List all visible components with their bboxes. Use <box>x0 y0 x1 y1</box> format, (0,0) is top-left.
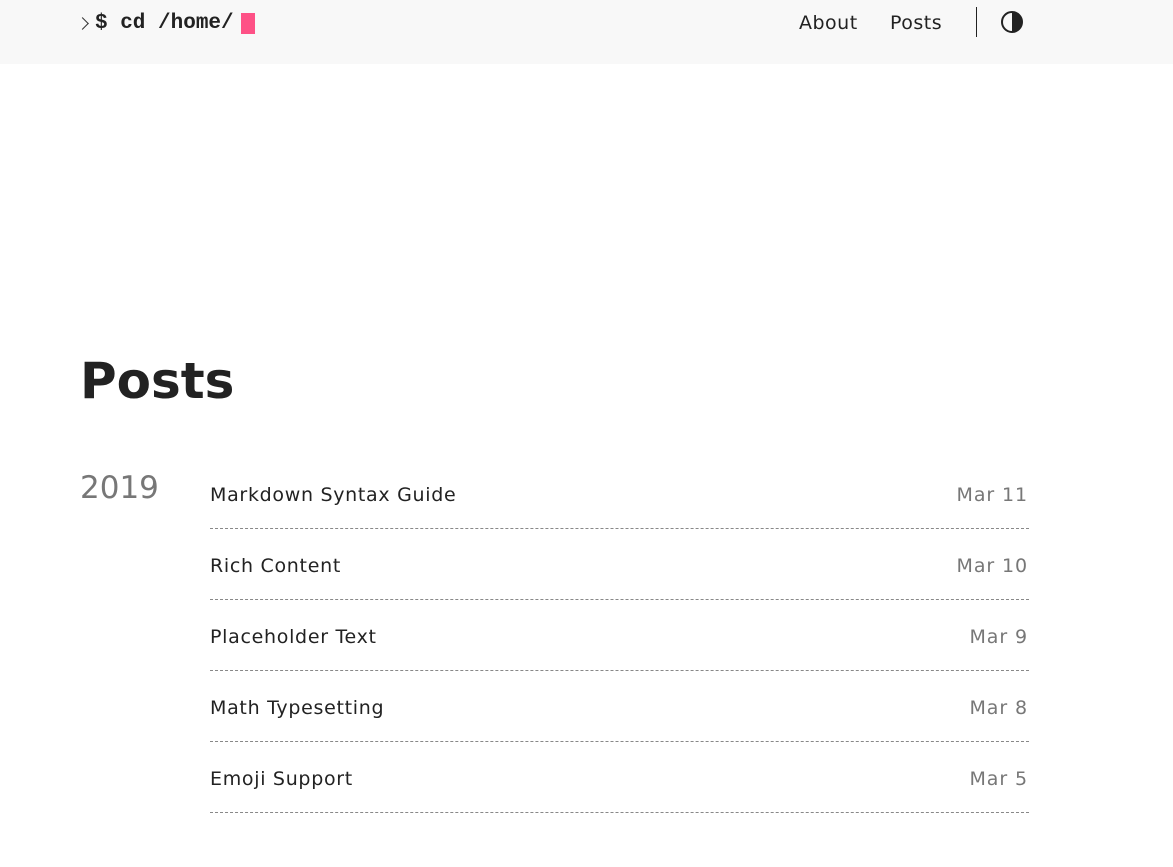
post-link[interactable]: Math Typesetting <box>210 697 384 719</box>
logo-command: $ cd /home/ <box>95 11 234 35</box>
list-item: Markdown Syntax Guide Mar 11 <box>210 459 1029 529</box>
post-date: Mar 10 <box>956 554 1028 577</box>
post-year: 2019 <box>80 470 159 506</box>
site-logo[interactable]: $ cd /home/ <box>76 10 255 36</box>
list-item: Rich Content Mar 10 <box>210 529 1029 600</box>
post-link[interactable]: Rich Content <box>210 555 341 577</box>
site-header: $ cd /home/ About Posts <box>0 0 1173 64</box>
terminal-cursor <box>240 12 255 34</box>
list-item: Math Typesetting Mar 8 <box>210 671 1029 742</box>
nav-divider <box>976 7 977 37</box>
post-date: Mar 5 <box>969 767 1028 790</box>
contrast-icon[interactable] <box>1000 10 1024 34</box>
list-item: Placeholder Text Mar 9 <box>210 600 1029 671</box>
chevron-right-icon <box>76 16 89 30</box>
nav-link-about[interactable]: About <box>799 10 858 36</box>
post-link[interactable]: Emoji Support <box>210 768 353 790</box>
post-list: Markdown Syntax Guide Mar 11 Rich Conten… <box>210 459 1029 813</box>
page-title: Posts <box>80 352 235 410</box>
nav-link-posts[interactable]: Posts <box>890 10 942 36</box>
post-date: Mar 11 <box>956 484 1028 506</box>
list-item: Emoji Support Mar 5 <box>210 742 1029 813</box>
post-date: Mar 8 <box>969 696 1028 719</box>
post-date: Mar 9 <box>969 625 1028 648</box>
post-link[interactable]: Markdown Syntax Guide <box>210 484 456 506</box>
post-link[interactable]: Placeholder Text <box>210 626 377 648</box>
